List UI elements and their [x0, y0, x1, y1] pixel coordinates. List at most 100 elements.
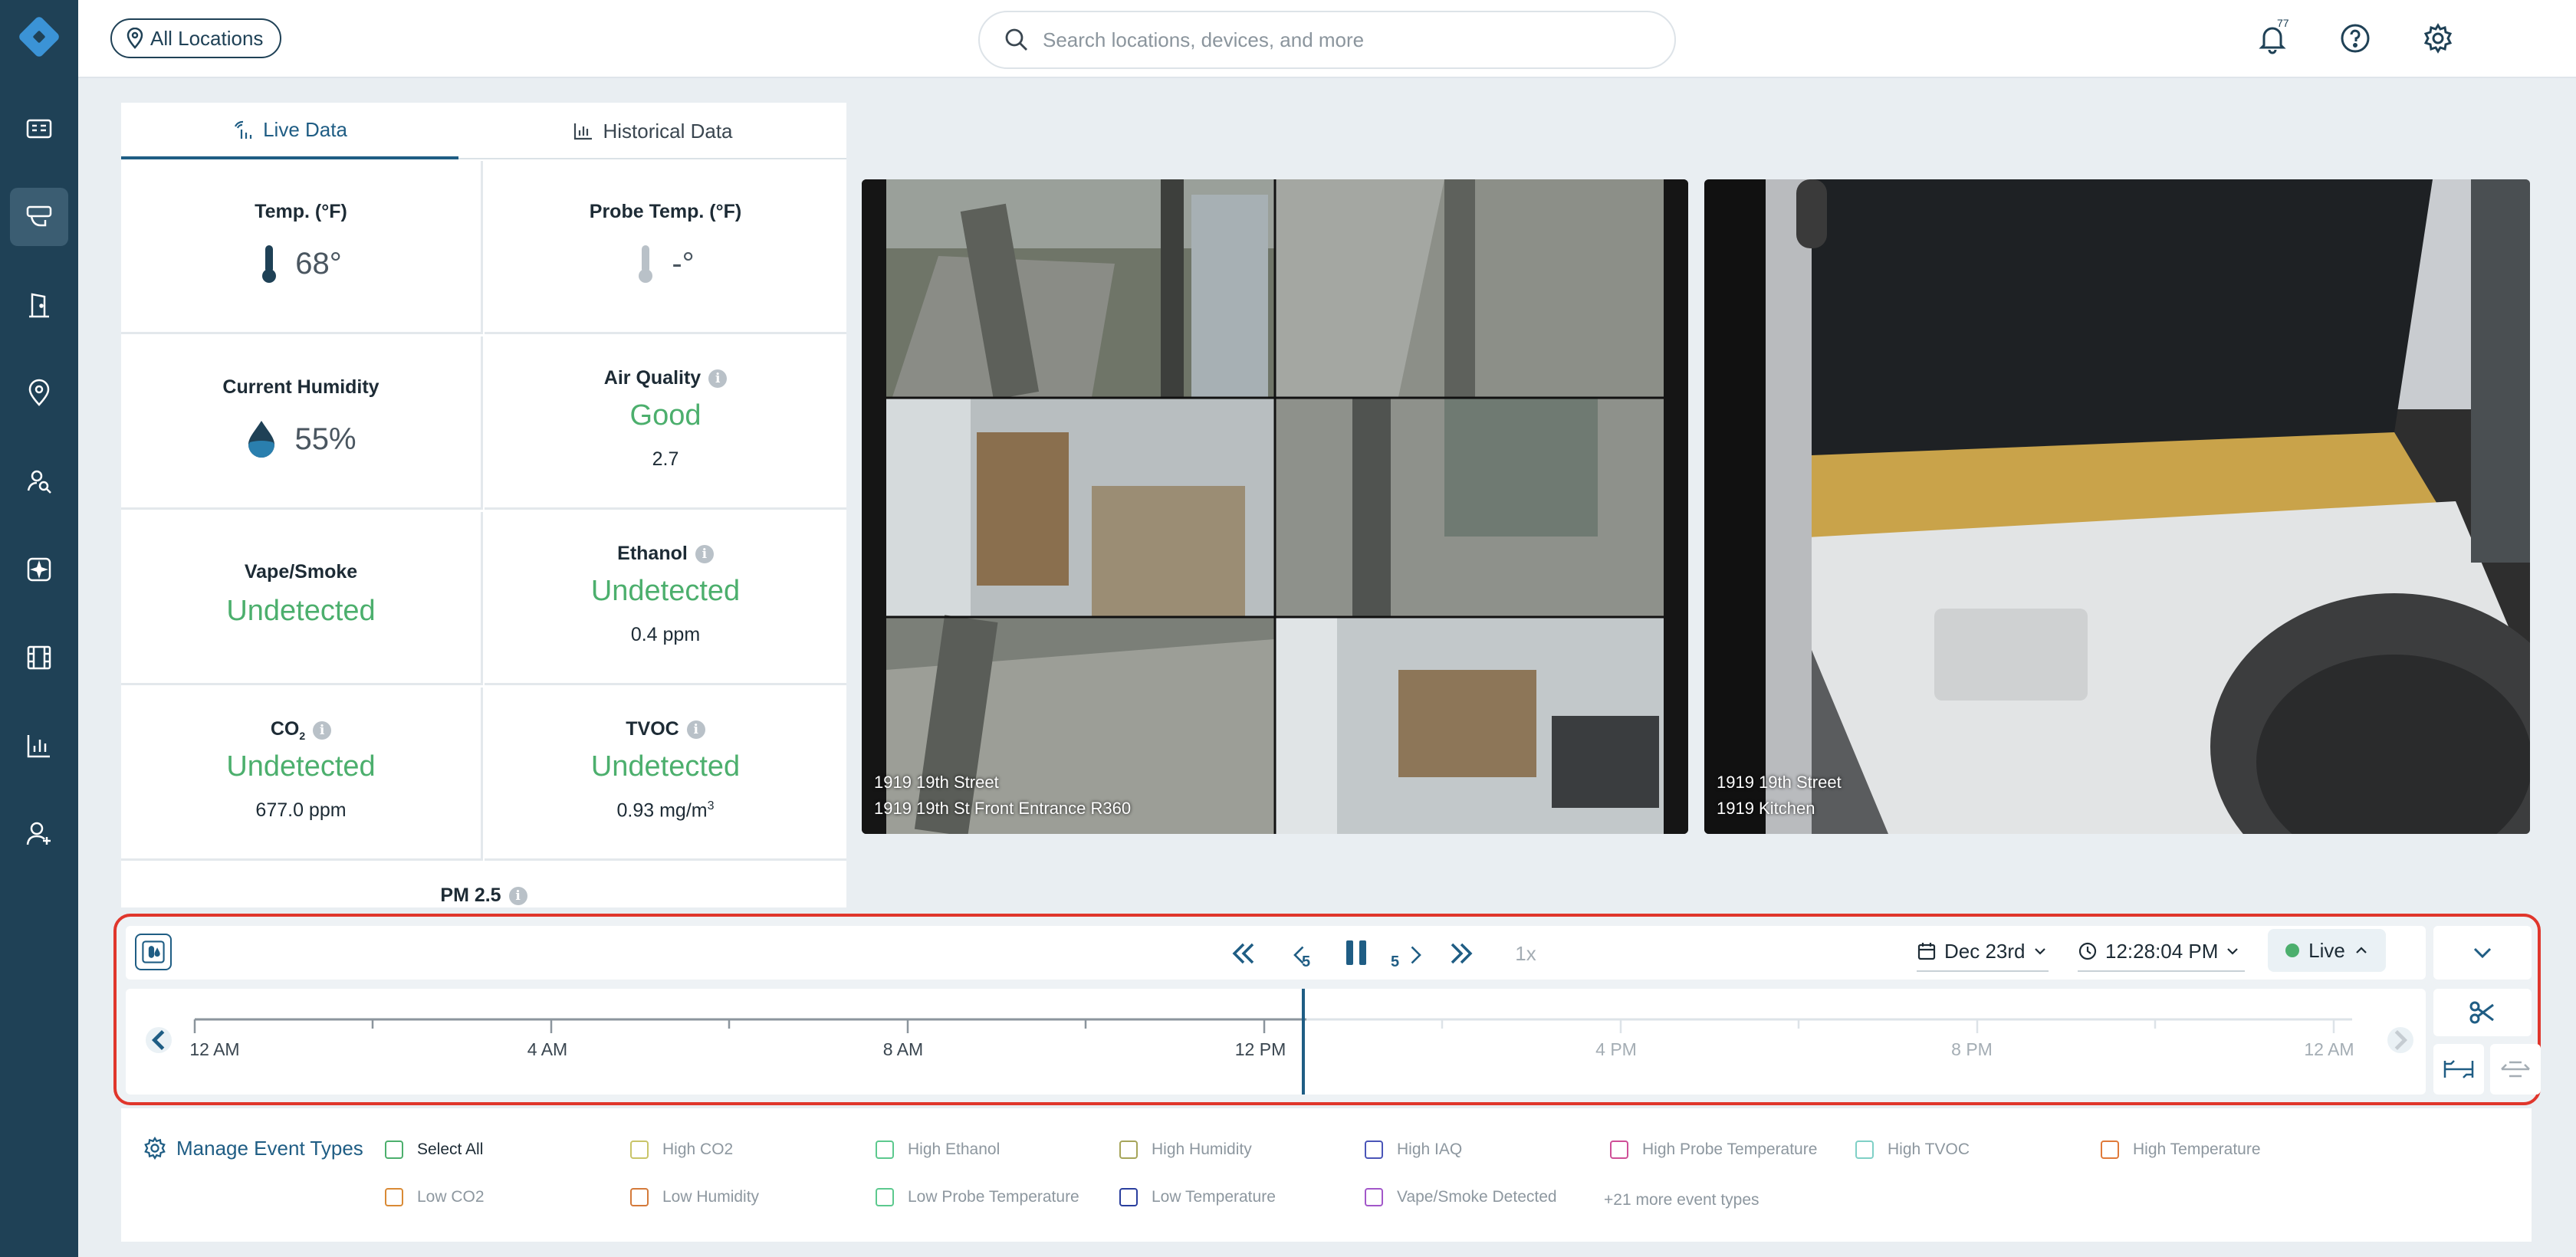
- temperature-title: Temp. (°F): [255, 201, 347, 222]
- info-icon[interactable]: i: [508, 886, 527, 905]
- timeline-scroll-right-button[interactable]: [2387, 1027, 2413, 1053]
- event-checkbox[interactable]: High IAQ: [1365, 1140, 1462, 1159]
- pause-button[interactable]: [1337, 934, 1375, 972]
- event-checkbox[interactable]: High Ethanol: [876, 1140, 1000, 1159]
- tick-label: 4 PM: [1595, 1039, 1637, 1059]
- event-checkbox[interactable]: Low Humidity: [630, 1188, 759, 1206]
- sidebar-item-users[interactable]: [10, 805, 68, 863]
- search-placeholder: Search locations, devices, and more: [1043, 28, 1365, 51]
- checkbox-icon: [1119, 1188, 1138, 1206]
- tvoc-card: TVOC i Undetected 0.93 mg/m3: [485, 688, 846, 861]
- event-label: Vape/Smoke Detected: [1397, 1188, 1557, 1206]
- zoom-out-timeline-button[interactable]: [2490, 1044, 2541, 1095]
- event-checkbox[interactable]: High Probe Temperature: [1610, 1140, 1817, 1159]
- sidebar-item-access-control[interactable]: [10, 276, 68, 334]
- co2-status: Undetected: [226, 750, 376, 783]
- manage-event-types-button[interactable]: Manage Event Types: [143, 1136, 363, 1160]
- event-label: High TVOC: [1888, 1140, 1970, 1158]
- help-button[interactable]: [2337, 20, 2374, 57]
- event-checkbox[interactable]: High Temperature: [2101, 1140, 2261, 1159]
- double-chevron-left-icon: [1232, 943, 1254, 964]
- checkbox-icon: [876, 1188, 894, 1206]
- tvoc-title: TVOC: [626, 718, 679, 740]
- sidebar-item-dashboard[interactable]: [10, 100, 68, 158]
- app-logo-icon[interactable]: [15, 12, 64, 61]
- sidebar-item-people-search[interactable]: [10, 452, 68, 510]
- checkbox-icon: [385, 1188, 403, 1206]
- sensor-overlay-toggle-button[interactable]: [135, 934, 172, 970]
- checkbox-icon: [630, 1140, 649, 1159]
- clip-button[interactable]: [2433, 989, 2532, 1036]
- camera-icon: [26, 205, 52, 227]
- skip-forward-seconds: 5: [1391, 953, 1400, 970]
- camera-tile-front-entrance[interactable]: 1919 19th Street 1919 19th St Front Entr…: [862, 179, 1688, 834]
- humidity-card: Current Humidity 55%: [121, 336, 483, 510]
- jump-end-button[interactable]: [1444, 937, 1478, 970]
- tab-live-data[interactable]: Live Data: [121, 103, 458, 159]
- jump-start-button[interactable]: [1227, 937, 1260, 970]
- info-icon[interactable]: i: [686, 720, 705, 739]
- sidebar: [0, 0, 78, 1257]
- thermometer-icon: [262, 245, 277, 283]
- event-checkbox[interactable]: Low CO2: [385, 1188, 485, 1206]
- camera-tile-kitchen[interactable]: 1919 19th Street 1919 Kitchen: [1704, 179, 2530, 834]
- event-checkbox[interactable]: Low Temperature: [1119, 1188, 1276, 1206]
- camera-feed-image: [1704, 179, 2530, 834]
- event-checkbox[interactable]: High TVOC: [1855, 1140, 1970, 1159]
- date-picker[interactable]: Dec 23rd: [1917, 932, 2049, 972]
- event-checkbox[interactable]: High Humidity: [1119, 1140, 1252, 1159]
- tab-historical-data[interactable]: Historical Data: [458, 103, 846, 159]
- date-value: Dec 23rd: [1944, 939, 2026, 963]
- event-checkbox[interactable]: Low Probe Temperature: [876, 1188, 1079, 1206]
- checkbox-icon: [876, 1140, 894, 1159]
- probe-temperature-value: -°: [672, 246, 695, 281]
- dashboard-icon: [26, 119, 52, 139]
- checkbox-icon: [385, 1140, 403, 1159]
- timeline-scroll-left-button[interactable]: [146, 1027, 172, 1053]
- sidebar-item-locations[interactable]: [10, 364, 68, 422]
- tick-label: 8 AM: [882, 1039, 924, 1059]
- event-label: High Temperature: [2133, 1140, 2261, 1158]
- sidebar-item-archives[interactable]: [10, 628, 68, 687]
- info-icon[interactable]: i: [708, 369, 728, 388]
- checkbox-icon: [630, 1188, 649, 1206]
- notifications-button[interactable]: 77: [2254, 17, 2291, 57]
- event-label: High Ethanol: [908, 1140, 1001, 1158]
- humidity-title: Current Humidity: [222, 376, 380, 398]
- event-checkbox[interactable]: High CO2: [630, 1140, 733, 1159]
- tvoc-status: Undetected: [590, 750, 741, 783]
- settings-button[interactable]: [2420, 20, 2456, 57]
- info-icon[interactable]: i: [313, 720, 332, 740]
- tick-label: 4 AM: [527, 1039, 568, 1059]
- event-label: Low CO2: [417, 1188, 485, 1206]
- zoom-in-timeline-button[interactable]: [2433, 1044, 2484, 1095]
- chevron-down-icon: [2473, 947, 2492, 959]
- help-icon: [2341, 24, 2370, 53]
- collapse-timeline-button[interactable]: [2433, 926, 2532, 980]
- sidebar-item-sensors[interactable]: [10, 540, 68, 599]
- scissors-icon: [2469, 1001, 2494, 1024]
- live-button[interactable]: Live: [2268, 929, 2386, 972]
- skip-back-seconds: 5: [1302, 953, 1311, 970]
- more-event-types-link[interactable]: +21 more event types: [1604, 1191, 1760, 1209]
- skip-back-button[interactable]: 5: [1280, 934, 1319, 976]
- playback-speed-button[interactable]: 1x: [1503, 937, 1549, 970]
- ethanol-title: Ethanol: [617, 543, 688, 564]
- event-label: High Probe Temperature: [1642, 1140, 1818, 1158]
- sensor-icon: [27, 557, 51, 582]
- chevron-down-icon: [2227, 948, 2239, 955]
- event-types-panel: Manage Event Types Select All High CO2 H…: [121, 1108, 2532, 1242]
- event-checkbox-select-all[interactable]: Select All: [385, 1140, 483, 1159]
- sidebar-item-reports[interactable]: [10, 717, 68, 775]
- chevron-left-icon: [151, 1029, 165, 1051]
- info-icon[interactable]: i: [695, 544, 714, 563]
- event-checkbox[interactable]: Vape/Smoke Detected: [1365, 1188, 1557, 1206]
- time-picker[interactable]: 12:28:04 PM: [2078, 932, 2245, 972]
- search-icon: [1005, 28, 1027, 51]
- sidebar-item-cameras[interactable]: [10, 188, 68, 246]
- search-input[interactable]: Search locations, devices, and more: [978, 11, 1676, 69]
- air-quality-title: Air Quality: [603, 367, 702, 389]
- skip-forward-button[interactable]: 5: [1389, 934, 1428, 976]
- all-locations-button[interactable]: All Locations: [110, 18, 282, 58]
- live-indicator-icon: [2285, 944, 2300, 957]
